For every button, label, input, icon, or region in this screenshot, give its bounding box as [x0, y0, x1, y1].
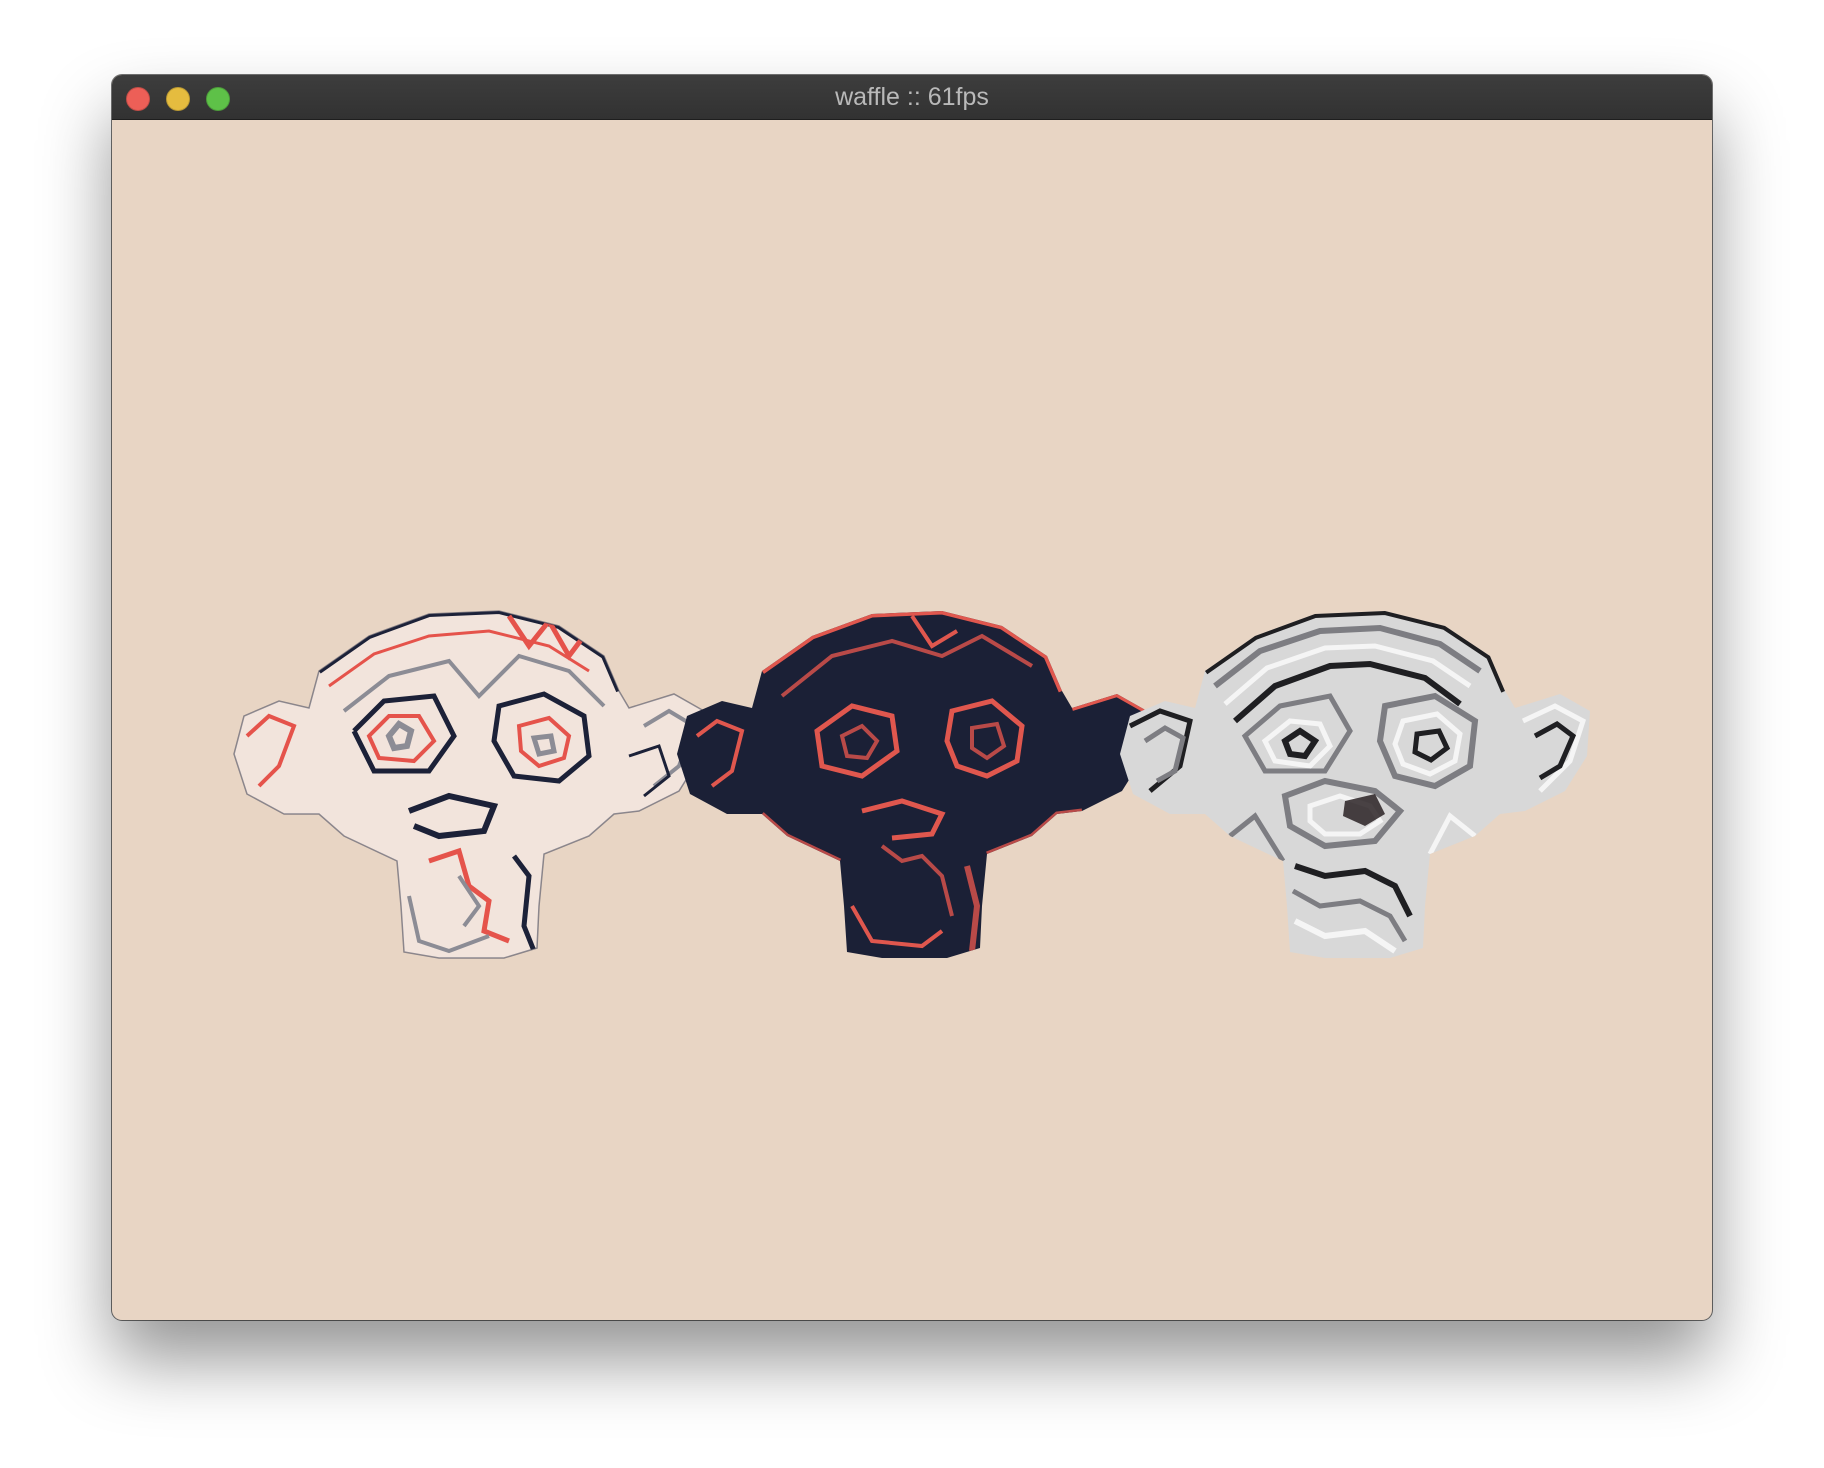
render-viewport[interactable]	[112, 120, 1712, 1320]
scene-canvas	[233, 610, 1590, 959]
app-window: waffle :: 61fps	[112, 75, 1712, 1320]
titlebar[interactable]: waffle :: 61fps	[112, 75, 1712, 120]
monkey-model-gray	[1120, 611, 1590, 958]
window-title: waffle :: 61fps	[835, 83, 989, 111]
monkey-model-light	[233, 610, 705, 959]
monkey-model-dark	[677, 611, 1147, 958]
